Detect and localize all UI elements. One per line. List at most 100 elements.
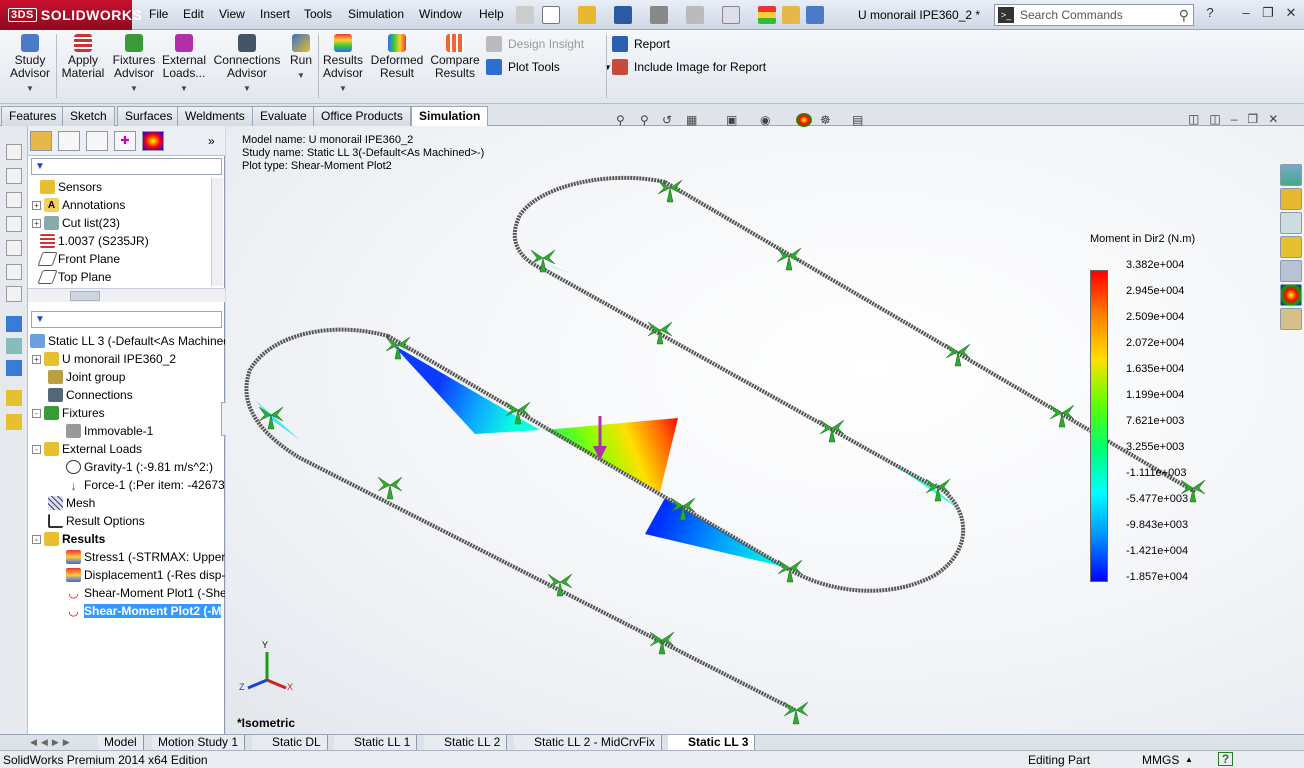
tab-motion-study-1[interactable]: Motion Study 1 [152,735,246,751]
tree-item-external-loads[interactable]: - External Loads [32,440,142,458]
simulation-tree-filter[interactable]: ▼ [31,311,222,328]
options-icon[interactable] [806,6,824,24]
tree-item-material[interactable]: 1.0037 (S235JR) [40,232,149,250]
menu-file[interactable]: File [149,7,168,21]
display-style-icon[interactable]: ◉ [760,113,776,127]
part-icon[interactable] [6,240,22,256]
tab-simulation[interactable]: Simulation [411,106,489,127]
close-icon[interactable]: ✕ [1268,112,1278,126]
design-insight-button[interactable]: Design Insight [486,36,584,52]
expand-chevron-icon[interactable]: » [208,134,215,148]
tree-item-connections[interactable]: Connections [48,386,133,404]
tree-item-results[interactable]: - Results [32,530,105,548]
tree-item-shear-moment-1[interactable]: ◡ Shear-Moment Plot1 (-She [66,584,225,602]
tab-static-ll-1[interactable]: Static LL 1 [334,735,418,751]
minimize-icon[interactable]: – [1231,112,1238,126]
part-icon[interactable] [6,216,22,232]
previous-view-icon[interactable]: ↺ [662,113,678,127]
simulation-study-icon[interactable] [6,360,22,376]
study-advisor-button[interactable]: Study Advisor ▼ [8,34,52,95]
part-icon[interactable] [6,192,22,208]
include-image-button[interactable]: Include Image for Report [612,59,766,75]
expand-toggle-icon[interactable]: + [32,200,41,210]
tree-item-gravity[interactable]: Gravity-1 (:-9.81 m/s^2:) [66,458,213,476]
menu-edit[interactable]: Edit [183,7,204,21]
tree-item-joint-group[interactable]: Joint group [48,368,125,386]
tree-item-front-plane[interactable]: Front Plane [37,250,120,268]
rebuild-icon[interactable] [758,6,776,24]
result-folder-icon[interactable] [6,390,22,406]
units-chevron-icon[interactable]: ▲ [1185,755,1193,764]
section-view-icon[interactable]: ▦ [686,113,702,127]
tile-icon[interactable]: ◫ [1209,112,1220,126]
tree-item-stress[interactable]: Stress1 (-STRMAX: Upper b [66,548,225,566]
tree-item-sensors[interactable]: Sensors [40,178,102,196]
simulation-study-icon[interactable] [6,338,22,354]
feature-filter[interactable]: ▼ [31,158,222,175]
plot-tools-button[interactable]: Plot Tools ▼ [486,59,612,75]
tab-evaluate[interactable]: Evaluate [252,106,315,126]
tab-features[interactable]: Features [1,106,65,126]
fixtures-advisor-button[interactable]: Fixtures Advisor ▼ [110,34,158,95]
expand-toggle-icon[interactable]: + [32,218,41,228]
tree-horizontal-scrollbar[interactable] [28,288,225,302]
connections-advisor-button[interactable]: Connections Advisor ▼ [212,34,282,95]
search-commands-field[interactable]: >_ Search Commands ⚲ [994,4,1194,26]
tree-item-cut-list[interactable]: + Cut list(23) [32,214,120,232]
tab-static-ll-2-midcrvfix[interactable]: Static LL 2 - MidCrvFix [514,735,662,751]
tree-item-top-plane[interactable]: Top Plane [37,268,111,286]
tab-static-ll-3[interactable]: Static LL 3 [668,735,756,751]
restore-icon[interactable]: ❐ [1247,112,1258,126]
tree-item-displacement[interactable]: Displacement1 (-Res disp- [66,566,225,584]
open-folder-icon[interactable] [578,6,596,24]
menu-view[interactable]: View [219,7,245,21]
minimize-button[interactable]: – [1236,5,1256,23]
part-icon[interactable] [6,168,22,184]
pin-icon[interactable] [516,6,534,24]
tree-item-mesh[interactable]: Mesh [48,494,95,512]
menu-help[interactable]: Help [479,7,504,21]
display-manager-tab-icon[interactable] [142,131,164,151]
file-properties-icon[interactable] [782,6,800,24]
view-settings-icon[interactable]: ▤ [852,113,868,127]
search-icon[interactable]: ⚲ [1179,7,1189,24]
collapse-toggle-icon[interactable]: - [32,408,41,418]
solidworks-resources-icon[interactable] [1280,164,1302,186]
compare-results-button[interactable]: Compare Results [430,34,480,80]
tab-model[interactable]: Model [98,735,144,751]
tab-static-dl[interactable]: Static DL [252,735,328,751]
custom-properties-icon[interactable] [1280,308,1302,330]
view-palette-icon[interactable] [1280,260,1302,282]
menu-simulation[interactable]: Simulation [348,7,404,21]
view-orientation-icon[interactable]: ▣ [726,113,742,127]
simulation-study-icon[interactable] [6,316,22,332]
units-selector[interactable]: MMGS [1142,753,1179,767]
save-icon[interactable] [614,6,632,24]
scrollbar-thumb[interactable] [70,291,100,301]
tree-item-study[interactable]: Static LL 3 (-Default<As Machined>-) [30,332,225,350]
tab-static-ll-2[interactable]: Static LL 2 [424,735,508,751]
tab-scroll-arrows[interactable]: ◀◀▶▶ [30,737,74,748]
restore-button[interactable]: ❐ [1258,5,1278,23]
part-icon[interactable] [6,286,22,302]
zoom-to-fit-icon[interactable]: ⚲ [616,113,632,127]
configuration-manager-tab-icon[interactable] [86,131,108,151]
tree-vertical-scrollbar[interactable] [211,178,223,286]
select-arrow-icon[interactable] [722,6,740,24]
print-icon[interactable] [650,6,668,24]
result-folder-icon[interactable] [6,414,22,430]
help-icon[interactable]: ? [1218,752,1233,766]
chevron-down-icon[interactable]: ▼ [604,63,612,72]
tree-item-shear-moment-2[interactable]: ◡ Shear-Moment Plot2 (-M [66,602,222,620]
run-button[interactable]: Run ▼ [286,34,316,82]
collapse-toggle-icon[interactable]: - [32,444,41,454]
solidworks-logo[interactable]: 3DS SOLIDWORKS [0,0,142,30]
external-loads-button[interactable]: External Loads... ▼ [160,34,208,95]
collapse-toggle-icon[interactable]: - [32,534,41,544]
property-manager-tab-icon[interactable] [58,131,80,151]
feature-manager-tab-icon[interactable] [30,131,52,151]
menu-insert[interactable]: Insert [260,7,290,21]
expand-toggle-icon[interactable]: + [32,354,41,364]
deformed-result-button[interactable]: Deformed Result [370,34,424,80]
tab-sketch[interactable]: Sketch [62,106,115,126]
